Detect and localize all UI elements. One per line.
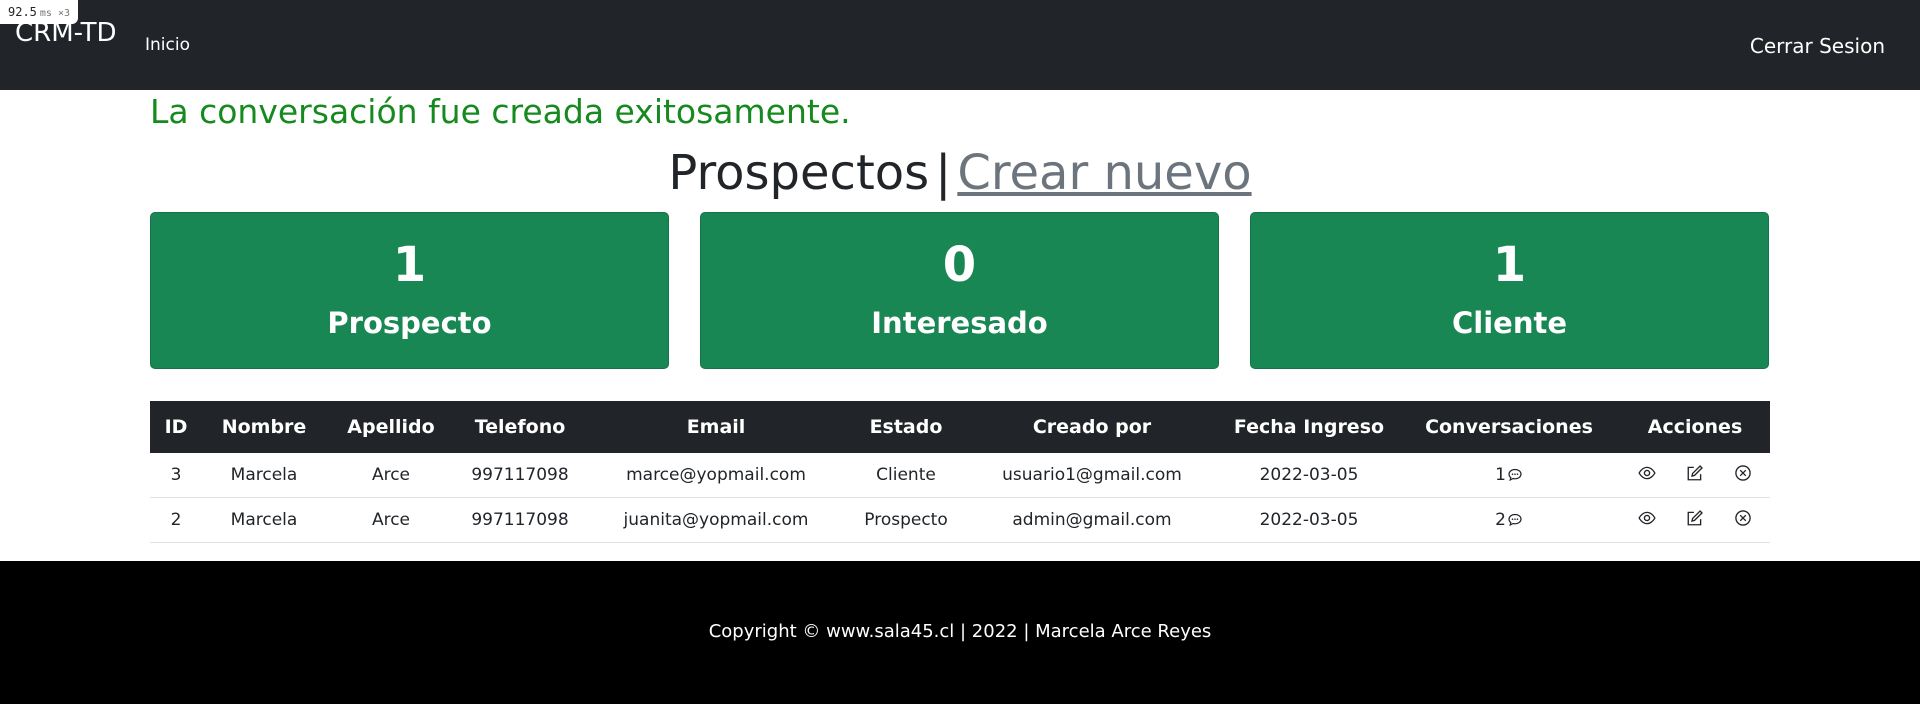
cell-email: juanita@yopmail.com — [584, 497, 848, 543]
cell-fecha: 2022-03-05 — [1220, 453, 1398, 498]
page-footer: Copyright © www.sala45.cl | 2022 | Marce… — [0, 561, 1920, 704]
stat-card-interesado: 0 Interesado — [700, 212, 1219, 369]
cell-email: marce@yopmail.com — [584, 453, 848, 498]
page-heading: Prospectos | Crear nuevo — [0, 143, 1920, 203]
prospects-table: ID Nombre Apellido Telefono Email Estado… — [150, 401, 1770, 543]
cell-nombre: Marcela — [202, 497, 326, 543]
column-header: Estado — [848, 401, 964, 453]
create-new-link[interactable]: Crear nuevo — [957, 145, 1251, 201]
heading-separator: | — [935, 145, 952, 201]
chat-bubble-icon — [1508, 468, 1522, 482]
cell-nombre: Marcela — [202, 453, 326, 498]
copyright-text: Copyright © www.sala45.cl | 2022 | Marce… — [708, 621, 1212, 642]
edit-icon[interactable] — [1686, 509, 1704, 527]
page-title: Prospectos — [668, 145, 930, 201]
top-navbar: CRM-TD Inicio Cerrar Sesion — [0, 0, 1920, 90]
table-row: 3 Marcela Arce 997117098 marce@yopmail.c… — [150, 453, 1770, 498]
column-header: Email — [584, 401, 848, 453]
cell-id: 2 — [150, 497, 202, 543]
conversation-count: 2 — [1495, 510, 1506, 530]
logout-link[interactable]: Cerrar Sesion — [1750, 34, 1885, 58]
eye-icon[interactable] — [1638, 464, 1656, 482]
cell-conversaciones[interactable]: 1 — [1398, 453, 1620, 498]
cell-apellido: Arce — [326, 453, 456, 498]
nav-link-inicio[interactable]: Inicio — [145, 35, 190, 55]
cell-fecha: 2022-03-05 — [1220, 497, 1398, 543]
column-header: Apellido — [326, 401, 456, 453]
perf-unit: ms ×3 — [39, 8, 71, 19]
delete-icon[interactable] — [1734, 509, 1752, 527]
edit-icon[interactable] — [1686, 464, 1704, 482]
column-header: Creado por — [964, 401, 1220, 453]
cell-creado-por: usuario1@gmail.com — [964, 453, 1220, 498]
column-header: ID — [150, 401, 202, 453]
cell-telefono: 997117098 — [456, 453, 584, 498]
delete-icon[interactable] — [1734, 464, 1752, 482]
cell-conversaciones[interactable]: 2 — [1398, 497, 1620, 543]
stat-label: Prospecto — [327, 306, 492, 340]
chat-bubble-icon — [1508, 513, 1522, 527]
column-header: Telefono — [456, 401, 584, 453]
column-header: Acciones — [1620, 401, 1770, 453]
table-row: 2 Marcela Arce 997117098 juanita@yopmail… — [150, 497, 1770, 543]
cell-acciones — [1620, 453, 1770, 498]
cell-apellido: Arce — [326, 497, 456, 543]
cell-telefono: 997117098 — [456, 497, 584, 543]
column-header: Conversaciones — [1398, 401, 1620, 453]
stat-card-prospecto: 1 Prospecto — [150, 212, 669, 369]
eye-icon[interactable] — [1638, 509, 1656, 527]
stat-count: 0 — [942, 237, 977, 293]
column-header: Nombre — [202, 401, 326, 453]
stat-card-cliente: 1 Cliente — [1250, 212, 1769, 369]
cell-id: 3 — [150, 453, 202, 498]
table-header-row: ID Nombre Apellido Telefono Email Estado… — [150, 401, 1770, 453]
cell-estado: Prospecto — [848, 497, 964, 543]
conversation-count: 1 — [1495, 465, 1506, 485]
stat-label: Interesado — [871, 306, 1048, 340]
stat-count: 1 — [1492, 237, 1527, 293]
flash-message: La conversación fue creada exitosamente. — [150, 92, 851, 131]
cell-creado-por: admin@gmail.com — [964, 497, 1220, 543]
column-header: Fecha Ingreso — [1220, 401, 1398, 453]
cell-estado: Cliente — [848, 453, 964, 498]
stat-label: Cliente — [1451, 306, 1567, 340]
perf-value: 92.5 — [8, 5, 37, 19]
perf-badge: 92.5 ms ×3 — [0, 0, 79, 24]
cell-acciones — [1620, 497, 1770, 543]
stat-count: 1 — [392, 237, 427, 293]
